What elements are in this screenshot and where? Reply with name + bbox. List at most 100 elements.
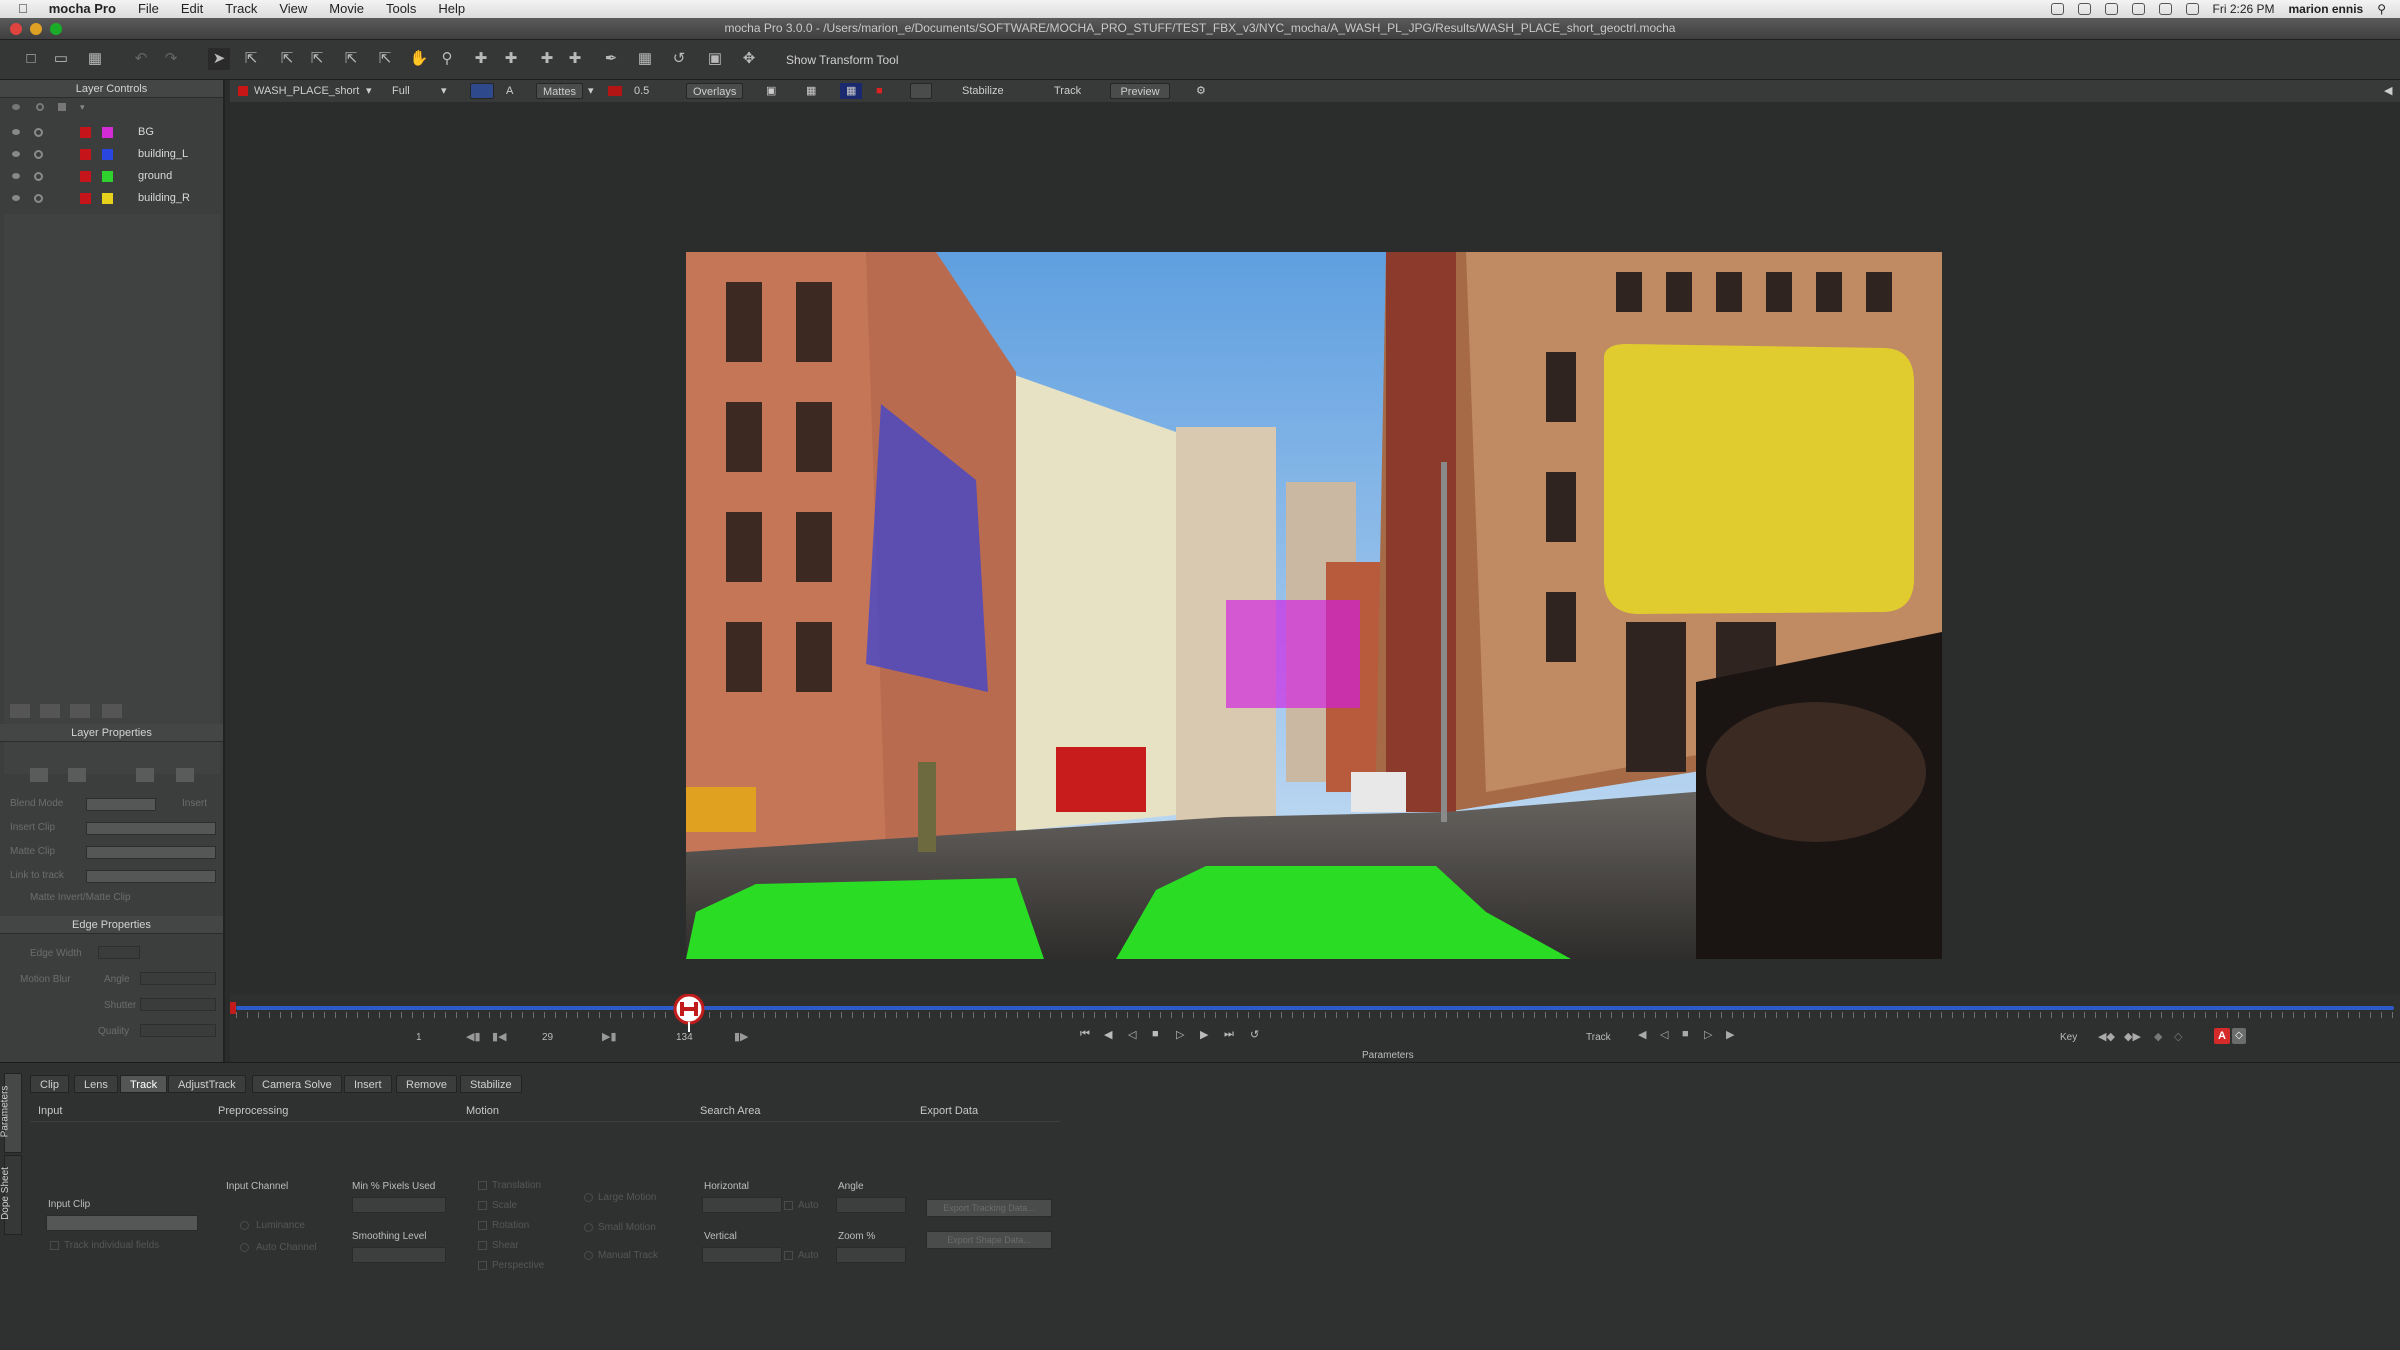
layer-row-building-l[interactable]: building_L (0, 144, 225, 166)
wifi-icon[interactable] (2158, 3, 2172, 15)
video-frame[interactable] (686, 252, 1942, 959)
layer-lock-icon[interactable] (80, 193, 91, 204)
lock-header-icon[interactable] (58, 103, 66, 111)
layer-row-ground[interactable]: ground (0, 166, 225, 188)
large-motion-radio[interactable] (584, 1193, 593, 1202)
track-individual-fields-checkbox[interactable] (50, 1241, 59, 1250)
track-back-one-icon[interactable]: ◁ (1660, 1028, 1668, 1041)
frame-current-value[interactable]: 29 (542, 1032, 553, 1043)
menu-track[interactable]: Track (214, 0, 268, 18)
overlay-options-icon[interactable]: ▣ (760, 83, 782, 99)
select-tool-icon[interactable]: ➤ (208, 48, 230, 70)
visibility-eye-icon[interactable] (12, 129, 20, 135)
frame-end-value[interactable]: 134 (676, 1032, 693, 1043)
tracking-cog-icon[interactable] (34, 150, 43, 159)
add-xspline-icon[interactable]: ✚ (470, 48, 492, 70)
menu-tools[interactable]: Tools (375, 0, 427, 18)
mattes-dropdown-icon[interactable]: ▾ (582, 83, 600, 99)
in-marker[interactable] (230, 1002, 236, 1014)
bezier-tool-icon[interactable]: ⇱ (374, 48, 396, 70)
visibility-eye-icon[interactable] (12, 151, 20, 157)
new-project-icon[interactable]: □ (20, 48, 42, 70)
cog-header-icon[interactable] (36, 103, 44, 111)
zoom-tool-icon[interactable]: ⚲ (436, 48, 458, 70)
rotate-tool-icon[interactable]: ↺ (668, 48, 690, 70)
add-point-icon[interactable]: ⇱ (276, 48, 298, 70)
visibility-eye-icon[interactable] (12, 173, 20, 179)
move-tool-icon[interactable]: ✥ (738, 48, 760, 70)
layer-color-swatch[interactable] (102, 127, 113, 138)
crop-tool-icon[interactable]: ▣ (704, 48, 726, 70)
angle-field[interactable] (836, 1197, 906, 1213)
pen-tool-icon[interactable]: ✒ (600, 48, 622, 70)
track-backward-icon[interactable]: ◀ (1638, 1028, 1646, 1041)
status-icon[interactable] (2077, 3, 2091, 15)
horizontal-field[interactable] (702, 1197, 782, 1213)
view-layer-button[interactable] (470, 83, 494, 99)
go-out-point-icon[interactable]: ▶▮ (602, 1030, 617, 1043)
quality-field[interactable] (140, 1024, 216, 1037)
menu-help[interactable]: Help (427, 0, 476, 18)
track-forward-one-icon[interactable]: ▷ (1704, 1028, 1712, 1041)
shear-checkbox[interactable] (478, 1241, 487, 1250)
tab-camera-solve[interactable]: Camera Solve (252, 1075, 342, 1093)
status-icon[interactable] (2050, 3, 2064, 15)
layer-color-swatch[interactable] (102, 149, 113, 160)
remove-point-icon[interactable]: ⇱ (306, 48, 328, 70)
export-shape-data-button[interactable]: Export Shape Data... (926, 1231, 1052, 1249)
tab-track[interactable]: Track (120, 1075, 168, 1093)
set-in-point-icon[interactable]: ◀▮ (466, 1030, 481, 1043)
preview-button[interactable]: Preview (1110, 83, 1170, 99)
tracking-cog-icon[interactable] (34, 172, 43, 181)
zoom-percent-field[interactable] (836, 1247, 906, 1263)
overlay-grid-icon[interactable]: ▦ (800, 83, 822, 99)
step-forward-icon[interactable]: ▶ (1200, 1028, 1208, 1041)
magnetic-tool-icon[interactable]: ✚ (564, 48, 586, 70)
menu-edit[interactable]: Edit (170, 0, 214, 18)
layer-row-building-r[interactable]: building_R (0, 188, 225, 210)
resolution-select[interactable]: Full (386, 83, 416, 99)
overlay-toggle-button[interactable] (910, 83, 932, 99)
tab-adjusttrack[interactable]: AdjustTrack (168, 1075, 246, 1093)
layer-color-swatch[interactable] (102, 193, 113, 204)
auto-channel-radio[interactable] (240, 1243, 249, 1252)
matte-clip-field[interactable] (86, 846, 216, 859)
overlay-spline-icon[interactable]: ▦ (840, 83, 863, 99)
vertical-field[interactable] (702, 1247, 782, 1263)
layer-prop-button[interactable] (68, 768, 86, 782)
clip-dropdown-icon[interactable]: ▾ (360, 83, 378, 99)
edge-width-field[interactable] (98, 946, 140, 959)
matte-opacity[interactable]: 0.5 (628, 83, 655, 99)
app-menu[interactable]: mocha Pro (38, 0, 127, 18)
menubar-user[interactable]: marion ennis (2289, 2, 2364, 16)
scale-checkbox[interactable] (478, 1201, 487, 1210)
layer-prop-button[interactable] (176, 768, 194, 782)
redo-icon[interactable]: ↷ (160, 48, 182, 70)
go-in-point-icon[interactable]: ▮◀ (492, 1030, 507, 1043)
luminance-radio[interactable] (240, 1221, 249, 1230)
step-back-icon[interactable]: ◀ (1104, 1028, 1112, 1041)
go-to-start-icon[interactable]: ⏮ (1080, 1028, 1090, 1041)
layer-prop-button[interactable] (30, 768, 48, 782)
duplicate-layer-button[interactable] (40, 704, 60, 718)
apple-menu-icon[interactable]:  (0, 0, 38, 18)
tab-clip[interactable]: Clip (30, 1075, 69, 1093)
matte-color-swatch[interactable] (608, 86, 622, 96)
clip-selector[interactable]: WASH_PLACE_short (248, 83, 365, 99)
undo-icon[interactable]: ↶ (130, 48, 152, 70)
set-out-point-icon[interactable]: ▮▶ (734, 1030, 749, 1043)
overlay-color-icon[interactable]: ■ (870, 83, 889, 99)
rotation-checkbox[interactable] (478, 1221, 487, 1230)
delete-layer-button[interactable] (102, 704, 122, 718)
tracking-cog-icon[interactable] (34, 128, 43, 137)
add-layer-button[interactable] (10, 704, 30, 718)
insert-clip-field[interactable] (86, 822, 216, 835)
layer-name[interactable]: BG (138, 126, 154, 138)
sort-header-icon[interactable]: ▾ (80, 102, 85, 113)
vertical-auto-checkbox[interactable] (784, 1251, 793, 1260)
timeline-track[interactable] (236, 1006, 2394, 1010)
spotlight-search-icon[interactable]: ⚲ (2377, 2, 2386, 16)
save-project-icon[interactable]: ▦ (84, 48, 106, 70)
loop-icon[interactable]: ↺ (1250, 1028, 1259, 1041)
layer-name[interactable]: ground (138, 170, 172, 182)
